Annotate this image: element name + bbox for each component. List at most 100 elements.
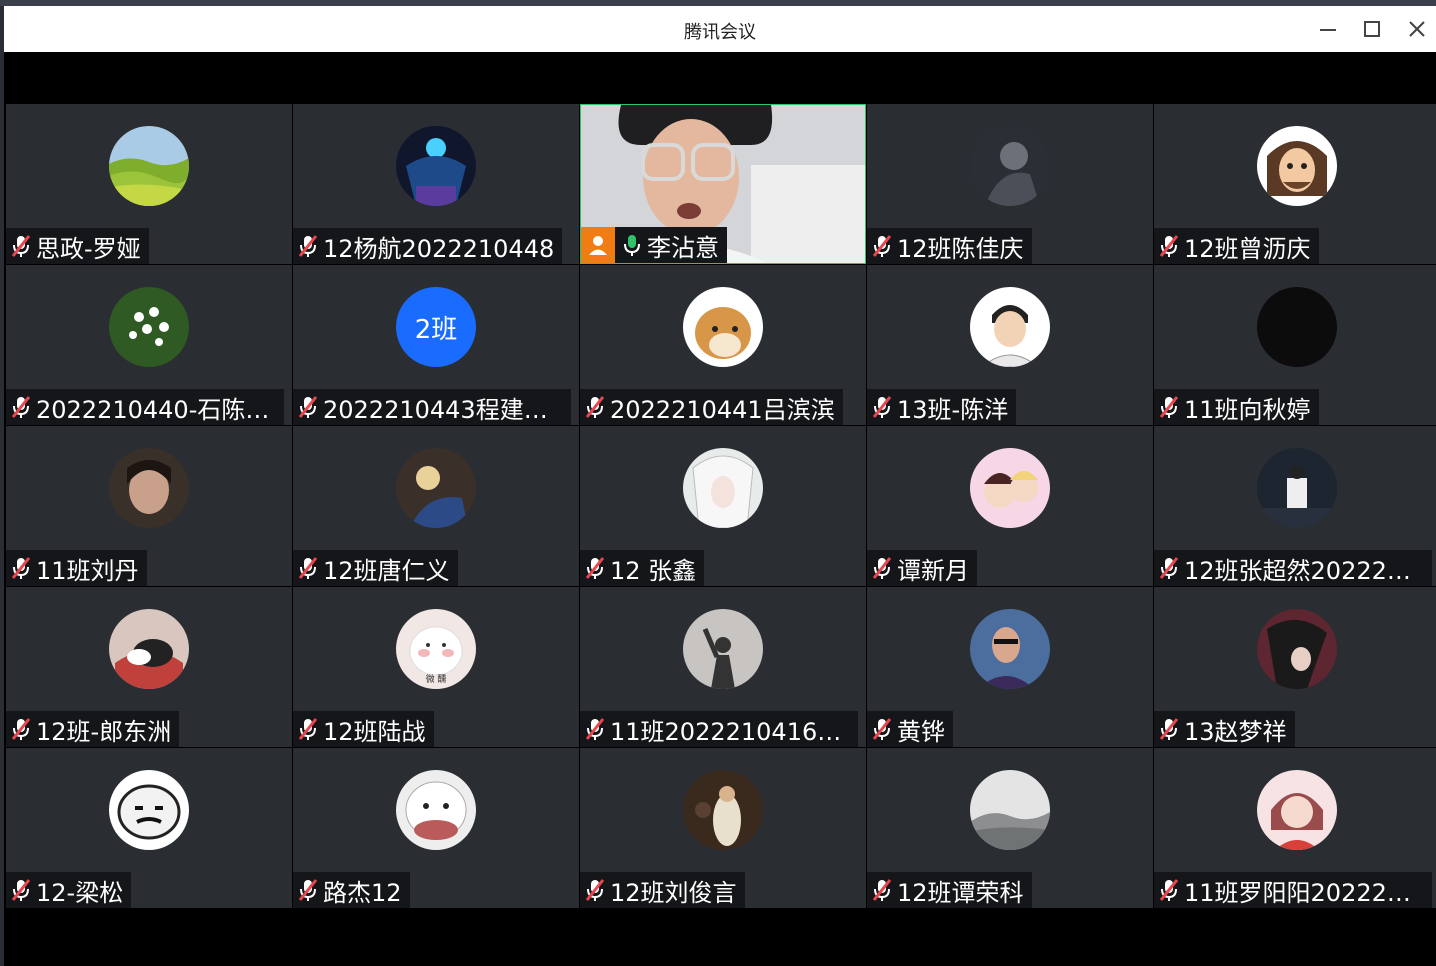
participant-tile[interactable]: 2022210440-石陈利...: [6, 265, 292, 425]
participant-tile[interactable]: 12班-郎东洲: [6, 587, 292, 747]
close-icon: [1409, 21, 1425, 37]
avatar: [109, 448, 189, 528]
mic-muted-icon: [1159, 557, 1179, 579]
mic-muted-icon: [585, 396, 605, 418]
participant-name-tag: 12-梁松: [6, 872, 132, 908]
close-button[interactable]: [1399, 14, 1435, 44]
avatar: [970, 609, 1050, 689]
meeting-window: 腾讯会议 思政-罗娅 12杨航2022210448 李沾意 12班陈佳庆 12班曾沥庆 2…: [4, 6, 1436, 966]
participant-tile[interactable]: 12班曾沥庆: [1154, 104, 1436, 264]
mic-muted-icon: [11, 557, 31, 579]
participant-tile[interactable]: 11班刘丹: [6, 426, 292, 586]
mic-muted-icon: [11, 235, 31, 257]
participant-name-tag: 11班罗阳阳2022210...: [1154, 872, 1432, 908]
participant-tile[interactable]: 黄铧: [867, 587, 1153, 747]
participant-tile[interactable]: 12-梁松: [6, 748, 292, 908]
participant-name-tag: 13赵梦祥: [1154, 711, 1295, 747]
participant-name: 路杰12: [323, 878, 402, 907]
participant-name: 12杨航2022210448: [323, 234, 555, 263]
avatar: [109, 609, 189, 689]
participant-name: 13班-陈洋: [897, 395, 1009, 424]
participant-name: 11班刘丹: [36, 556, 139, 585]
participant-tile[interactable]: 2022210441吕滨滨: [580, 265, 866, 425]
participant-tile[interactable]: 谭新月: [867, 426, 1153, 586]
top-bar: [4, 52, 1436, 104]
host-badge: [581, 227, 615, 263]
participant-name-tag: 12 张鑫: [580, 550, 705, 586]
participant-tile[interactable]: 13赵梦祥: [1154, 587, 1436, 747]
mic-muted-icon: [585, 557, 605, 579]
maximize-button[interactable]: [1354, 14, 1390, 44]
participant-name: 2022210441吕滨滨: [610, 395, 835, 424]
participant-name-tag: 13班-陈洋: [867, 389, 1017, 425]
participant-name: 2022210440-石陈利...: [36, 395, 276, 424]
participant-name-tag: 12班-郎东洲: [6, 711, 180, 747]
participant-tile[interactable]: 11班向秋婷: [1154, 265, 1436, 425]
avatar: [109, 126, 189, 206]
participant-tile[interactable]: 12班唐仁义: [293, 426, 579, 586]
participant-name: 黄铧: [897, 717, 945, 746]
participant-name: 11班2022210416张...: [610, 717, 850, 746]
participant-tile[interactable]: 12班张超然2022210...: [1154, 426, 1436, 586]
participant-name-tag: 11班向秋婷: [1154, 389, 1319, 425]
participant-tile[interactable]: 12杨航2022210448: [293, 104, 579, 264]
mic-muted-icon: [872, 879, 892, 901]
participant-tile[interactable]: 11班2022210416张...: [580, 587, 866, 747]
participant-name-tag: 路杰12: [293, 872, 410, 908]
avatar: 2班: [396, 287, 476, 367]
participant-name: 2022210443程建雄1...: [323, 395, 563, 424]
participant-name: 11班向秋婷: [1184, 395, 1311, 424]
participant-name-tag: 12班曾沥庆: [1154, 228, 1319, 264]
minimize-button[interactable]: [1310, 14, 1346, 44]
mic-muted-icon: [872, 718, 892, 740]
participant-tile[interactable]: 2班 2022210443程建雄1...: [293, 265, 579, 425]
maximize-icon: [1364, 21, 1380, 37]
participant-name: 12 张鑫: [610, 556, 697, 585]
avatar: [683, 287, 763, 367]
avatar: [970, 770, 1050, 850]
participant-tile[interactable]: 13班-陈洋: [867, 265, 1153, 425]
participant-tile[interactable]: 路杰12: [293, 748, 579, 908]
avatar: [1257, 448, 1337, 528]
window-title: 腾讯会议: [684, 22, 756, 43]
participant-tile[interactable]: 12 张鑫: [580, 426, 866, 586]
mic-muted-icon: [872, 235, 892, 257]
participant-name: 12班-郎东洲: [36, 717, 172, 746]
participant-tile[interactable]: 李沾意: [580, 104, 866, 264]
participant-tile[interactable]: 12班谭荣科: [867, 748, 1153, 908]
participant-name-tag: 12班唐仁义: [293, 550, 458, 586]
participant-tile[interactable]: 11班罗阳阳2022210...: [1154, 748, 1436, 908]
avatar: [683, 770, 763, 850]
participant-name: 12班唐仁义: [323, 556, 450, 585]
participant-name: 11班罗阳阳2022210...: [1184, 878, 1424, 907]
participant-grid: 思政-罗娅 12杨航2022210448 李沾意 12班陈佳庆 12班曾沥庆 202221…: [6, 104, 1436, 910]
participant-tile[interactable]: 微 醺 12班陆战: [293, 587, 579, 747]
avatar: [1257, 126, 1337, 206]
avatar: [396, 126, 476, 206]
avatar: [970, 126, 1050, 206]
mic-muted-icon: [1159, 235, 1179, 257]
participant-tile[interactable]: 12班陈佳庆: [867, 104, 1153, 264]
participant-name-tag: 12杨航2022210448: [293, 228, 563, 264]
participant-tile[interactable]: 12班刘俊言: [580, 748, 866, 908]
participant-name-tag: 11班刘丹: [6, 550, 147, 586]
mic-muted-icon: [11, 718, 31, 740]
participant-tile[interactable]: 思政-罗娅: [6, 104, 292, 264]
participant-name-tag: 12班刘俊言: [580, 872, 745, 908]
participant-name-tag: 12班谭荣科: [867, 872, 1032, 908]
participant-name: 思政-罗娅: [36, 234, 141, 263]
avatar-caption: 微 醺: [425, 675, 447, 685]
participant-name: 谭新月: [897, 556, 969, 585]
mic-muted-icon: [298, 718, 318, 740]
user-icon: [589, 236, 607, 255]
participant-name-tag: 谭新月: [867, 550, 977, 586]
participant-name-tag: 2022210443程建雄1...: [293, 389, 571, 425]
mic-muted-icon: [872, 396, 892, 418]
avatar: [970, 287, 1050, 367]
participant-name: 13赵梦祥: [1184, 717, 1287, 746]
avatar: [1257, 770, 1337, 850]
mic-muted-icon: [11, 396, 31, 418]
avatar: [109, 287, 189, 367]
avatar: [109, 770, 189, 850]
participant-name-tag: 2022210440-石陈利...: [6, 389, 284, 425]
